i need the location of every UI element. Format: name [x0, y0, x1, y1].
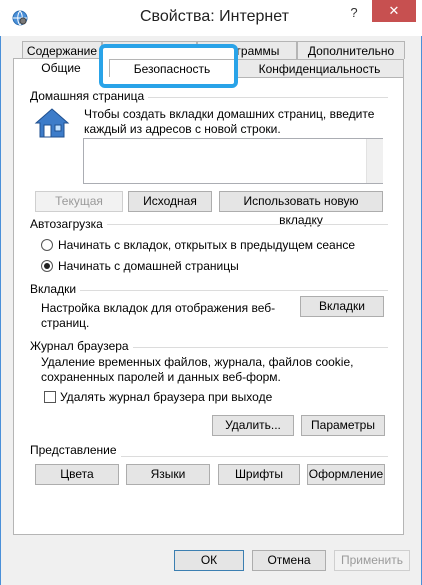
delete-history-button[interactable]: Удалить...: [212, 415, 294, 436]
browsing-history-label: Журнал браузера: [30, 339, 133, 353]
cancel-button[interactable]: Отмена: [252, 550, 326, 571]
home-icon: [34, 108, 70, 138]
delete-on-exit-label: Удалять журнал браузера при выходе: [60, 390, 273, 404]
textbox-scrollbar[interactable]: [366, 139, 383, 183]
startup-option-home-radio[interactable]: [41, 260, 53, 272]
help-button[interactable]: ?: [340, 2, 368, 24]
colors-button[interactable]: Цвета: [35, 464, 119, 485]
appearance-label: Представление: [30, 443, 121, 457]
use-current-button[interactable]: Текущая: [35, 191, 123, 212]
accessibility-button[interactable]: Оформление: [307, 464, 385, 485]
tab-content[interactable]: Содержание: [22, 41, 102, 59]
tabs-label: Вкладки: [30, 282, 81, 296]
tab-general[interactable]: Общие: [13, 58, 109, 78]
tabs-description: Настройка вкладок для отображения веб-ст…: [41, 301, 276, 330]
internet-options-icon: [12, 10, 28, 26]
startup-option-previous-label: Начинать с вкладок, открытых в предыдуще…: [58, 238, 355, 252]
close-button[interactable]: ✕: [372, 0, 416, 22]
home-description: Чтобы создать вкладки домашних страниц, …: [84, 107, 375, 136]
history-settings-button[interactable]: Параметры: [301, 415, 385, 436]
window-title: Свойства: Интернет: [140, 8, 289, 25]
startup-label: Автозагрузка: [30, 217, 107, 231]
languages-button[interactable]: Языки: [126, 464, 210, 485]
startup-option-previous-radio[interactable]: [41, 239, 53, 251]
fonts-button[interactable]: Шрифты: [218, 464, 300, 485]
browsing-history-description: Удаление временных файлов, журнала, файл…: [41, 355, 354, 384]
ok-button[interactable]: ОК: [174, 550, 244, 571]
tab-privacy[interactable]: Конфиденциальность: [235, 59, 404, 77]
tab-advanced[interactable]: Дополнительно: [297, 41, 405, 59]
delete-on-exit-checkbox[interactable]: [44, 391, 56, 403]
use-default-button[interactable]: Исходная: [128, 191, 212, 212]
startup-option-home-label: Начинать с домашней страницы: [58, 259, 239, 273]
highlight-frame: [99, 44, 238, 88]
use-new-tab-button[interactable]: Использовать новую вкладку: [219, 191, 383, 227]
tabs-settings-button[interactable]: Вкладки: [300, 296, 384, 317]
home-page-label: Домашняя страница: [30, 89, 149, 103]
apply-button[interactable]: Применить: [334, 550, 410, 571]
home-page-textbox[interactable]: [83, 138, 383, 184]
